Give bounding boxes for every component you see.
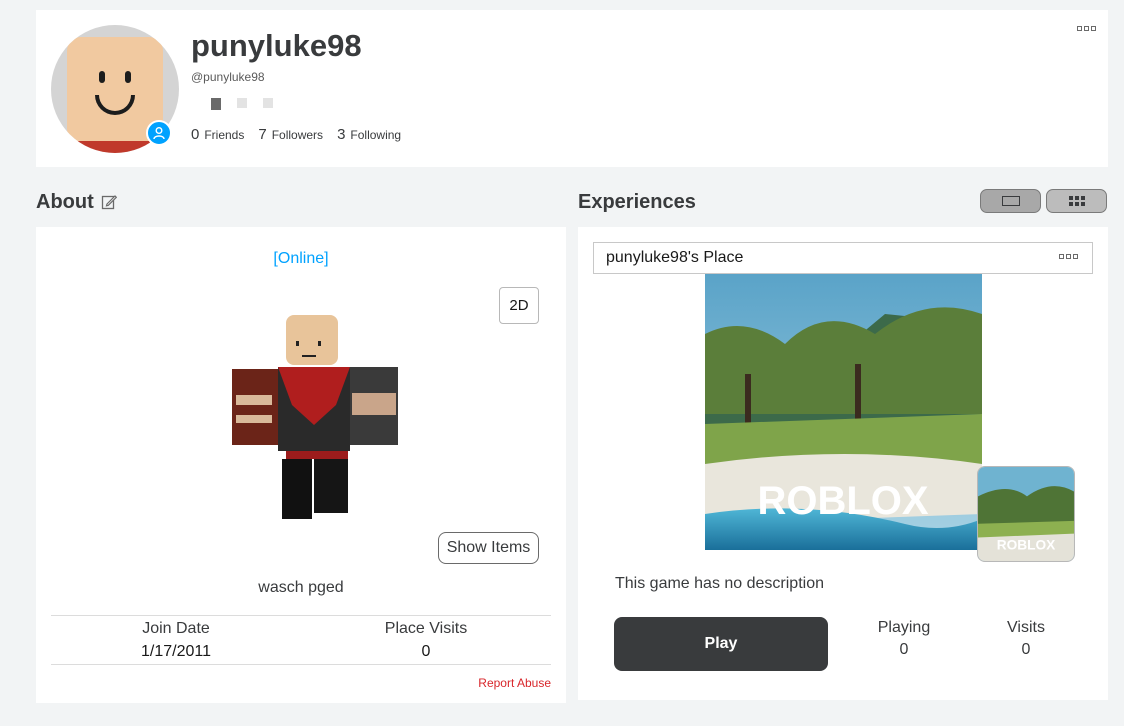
online-status[interactable]: [Online] [36,250,566,268]
roblox-logo-small: ROBLOX [997,537,1056,552]
followers-label: Followers [271,128,324,142]
more-dot [1066,254,1071,259]
following-count: 3 [337,126,346,143]
more-dot [1059,254,1064,259]
avatar-3d-eye [296,341,299,346]
profile-header-card: punyluke98 @punyluke98 0 Friends 7 Followe… [36,10,1108,167]
username: @punyluke98 [191,70,265,84]
avatar-3d-pattern [352,393,396,415]
game-description: This game has no description [615,575,824,592]
visits-label: Visits [1007,619,1045,636]
grid-dot [1080,196,1085,200]
followers-count: 7 [258,126,267,143]
play-button[interactable]: Play [614,617,828,671]
following-label: Following [350,128,402,142]
roblox-logo: ROBLOX [757,479,928,523]
avatar-3d-arm-left [232,369,278,445]
game-thumbnail-small[interactable]: ROBLOX [977,466,1075,562]
edit-icon[interactable] [101,194,117,210]
visits-value: 0 [1021,641,1031,658]
visits-stat: Visits 0 [971,619,1081,659]
game-thumbnail[interactable]: ROBLOX [705,274,982,550]
friends-label: Friends [204,128,245,142]
join-date-label: Join Date [142,620,210,637]
followers-stat[interactable]: 7 Followers [258,126,323,144]
profile-blurb: wasch pged [258,579,344,596]
user-icon [153,127,165,140]
badge-icon[interactable] [211,98,221,110]
divider [51,664,551,665]
slideshow-icon [1001,196,1020,206]
grid-icon [1068,196,1085,206]
divider [51,615,551,616]
about-card: [Online] 2D Show Items wasch pged Join D… [36,227,566,703]
place-header[interactable]: punyluke98's Place [593,242,1093,274]
avatar-3d-head [286,315,338,365]
avatar-3d-leg-right [314,459,348,513]
grid-dot [1068,196,1073,200]
badge-icon[interactable] [237,98,247,108]
grid-dot [1074,202,1079,206]
report-abuse-link[interactable]: Report Abuse [478,676,551,690]
more-dot [1091,26,1096,31]
experiences-title: Experiences [578,191,696,213]
avatar-3d-render[interactable] [226,315,406,525]
toggle-2d-button[interactable]: 2D [499,287,539,324]
place-visits-stat: Place Visits 0 [301,620,551,661]
grid-dot [1080,202,1085,206]
display-name: punyluke98 [191,28,362,63]
profile-stats: 0 Friends 7 Followers 3 Following [191,126,401,144]
join-date-stat: Join Date 1/17/2011 [51,620,301,661]
grid-dot [1074,196,1079,200]
presence-icon [146,120,172,146]
more-dot [1084,26,1089,31]
friends-stat[interactable]: 0 Friends [191,126,244,144]
avatar-3d-pattern [236,415,272,423]
more-options-icon[interactable] [1077,26,1096,31]
about-title: About [36,191,94,213]
show-items-button[interactable]: Show Items [438,532,539,564]
following-stat[interactable]: 3 Following [337,126,401,144]
more-dot [1077,26,1082,31]
more-dot [1073,254,1078,259]
playing-label: Playing [877,619,931,636]
avatar-eye-right [125,71,131,83]
playing-value: 0 [899,641,909,658]
badge-icon[interactable] [263,98,273,108]
grid-view-button[interactable] [1046,189,1107,213]
avatar-eye-left [99,71,105,83]
avatar-3d-pattern [236,395,272,405]
friends-count: 0 [191,126,200,143]
avatar-3d-mouth [302,355,316,357]
place-visits-value: 0 [421,643,431,660]
avatar-3d-leg-left [282,459,312,519]
grid-dot [1068,202,1073,206]
join-date-value: 1/17/2011 [141,643,211,660]
place-visits-label: Place Visits [384,620,468,637]
avatar-3d-belt [286,451,348,459]
experiences-card: punyluke98's Place ROBLOX ROBLOX This ga… [578,227,1108,700]
avatar-mouth [95,95,135,115]
place-more-icon[interactable] [1059,254,1078,259]
badge-row [211,98,273,110]
avatar-3d-eye [318,341,321,346]
playing-stat: Playing 0 [849,619,959,659]
slideshow-view-button[interactable] [980,189,1041,213]
place-title: punyluke98's Place [606,249,744,266]
